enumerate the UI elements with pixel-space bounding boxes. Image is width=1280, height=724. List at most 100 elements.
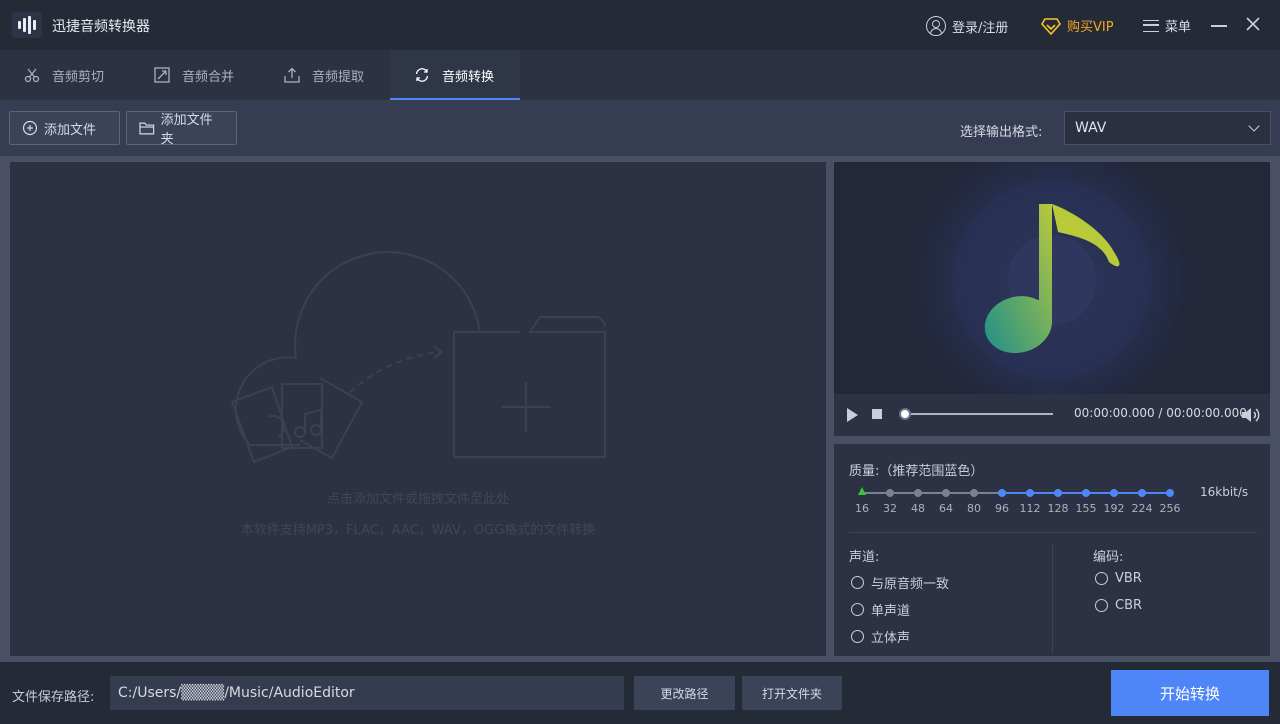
quality-step-dot[interactable] [1026, 489, 1034, 497]
quality-label: 质量:（推荐范围蓝色） [849, 464, 984, 479]
divider [1052, 544, 1053, 654]
quality-step-dot[interactable] [998, 489, 1006, 497]
bottom-bar: 文件保存路径: C:/Users/▒▒▒▒/Music/AudioEditor … [0, 662, 1280, 724]
convert-icon [415, 68, 429, 82]
volume-icon[interactable] [1241, 406, 1261, 424]
divider [849, 532, 1257, 533]
tab-audio-convert[interactable]: 音频转换 [390, 50, 520, 100]
change-path-button[interactable]: 更改路径 [634, 676, 735, 710]
quality-tick-label: 48 [911, 502, 925, 515]
quality-step-dot[interactable] [970, 489, 978, 497]
quality-selected-marker[interactable] [858, 487, 866, 495]
radio-circle [851, 630, 864, 643]
supported-formats-text: 本软件支持MP3，FLAC，AAC，WAV，OGG格式的文件转换 [240, 523, 596, 538]
extract-icon [284, 67, 300, 83]
time-readout: 00:00:00.000 / 00:00:00.000 [1074, 406, 1247, 420]
user-icon [926, 16, 946, 36]
audio-preview [834, 162, 1270, 394]
open-folder-button[interactable]: 打开文件夹 [742, 676, 842, 710]
add-folder-label: 添加文件夹 [160, 113, 213, 147]
radio-label: VBR [1115, 571, 1142, 586]
quality-tick-label: 192 [1103, 502, 1125, 515]
quality-tick-label: 64 [939, 502, 953, 515]
add-file-button[interactable]: 添加文件 [9, 111, 120, 145]
conversion-settings: 质量:（推荐范围蓝色） 16kbit/s 声道: 与原音频一致 单声道 立体声 … [834, 444, 1270, 656]
progress-track[interactable] [904, 413, 1053, 415]
scissors-icon [24, 68, 40, 83]
music-note-icon [912, 162, 1192, 394]
minimize-button[interactable] [1210, 16, 1228, 34]
progress-handle[interactable] [899, 408, 911, 420]
file-drop-zone[interactable]: 点击添加文件或拖拽文件至此处 本软件支持MP3，FLAC，AAC，WAV，OGG… [10, 162, 826, 656]
login-button[interactable]: 登录/注册 [926, 16, 1008, 36]
app-logo-icon [12, 12, 42, 38]
tab-label: 音频合并 [182, 69, 235, 85]
cloud-upload-illustration-icon [230, 251, 606, 464]
tab-audio-cut[interactable]: 音频剪切 [0, 50, 130, 100]
radio-circle [851, 576, 864, 589]
chevron-down-icon [1248, 120, 1260, 132]
quality-tick-label: 32 [883, 502, 897, 515]
menu-icon [1143, 19, 1159, 32]
quality-tick-label: 96 [995, 502, 1009, 515]
add-folder-button[interactable]: 添加文件夹 [126, 111, 237, 147]
encoding-label: 编码: [1093, 550, 1124, 565]
quality-step-dot[interactable] [1138, 489, 1146, 497]
quality-step-dot[interactable] [1054, 489, 1062, 497]
encoding-option-vbr[interactable]: VBR [1095, 571, 1142, 586]
quality-step-dot[interactable] [1166, 489, 1174, 497]
login-label: 登录/注册 [952, 20, 1009, 36]
tab-audio-extract[interactable]: 音频提取 [260, 50, 390, 100]
quality-tick-label: 224 [1131, 502, 1153, 515]
radio-circle [1095, 572, 1108, 585]
save-path-field[interactable]: C:/Users/▒▒▒▒/Music/AudioEditor [110, 676, 624, 710]
play-icon[interactable] [847, 408, 858, 422]
vip-diamond-icon [1041, 17, 1061, 35]
start-convert-button[interactable]: 开始转换 [1111, 670, 1269, 716]
stop-icon[interactable] [872, 409, 882, 419]
app-title: 迅捷音频转换器 [52, 19, 150, 35]
quality-tick-label: 112 [1019, 502, 1041, 515]
quality-track-normal [862, 492, 1002, 494]
channel-option-original[interactable]: 与原音频一致 [851, 573, 949, 592]
quality-tick-label: 80 [967, 502, 981, 515]
tab-bar: 音频剪切 音频合并 音频提取 音频转换 [0, 50, 1280, 100]
quality-step-dot[interactable] [1110, 489, 1118, 497]
format-value: WAV [1075, 120, 1107, 136]
tab-label: 音频剪切 [52, 69, 105, 85]
add-file-label: 添加文件 [44, 122, 97, 138]
close-button[interactable] [1245, 16, 1263, 34]
quality-tick-label: 155 [1075, 502, 1097, 515]
radio-label: CBR [1115, 598, 1143, 613]
save-path-value: C:/Users/▒▒▒▒/Music/AudioEditor [118, 685, 355, 701]
quality-current-value: 16kbit/s [1200, 485, 1249, 499]
output-format-select[interactable]: WAV [1064, 111, 1271, 145]
merge-icon [154, 67, 170, 83]
menu-button[interactable]: 菜单 [1143, 16, 1191, 35]
player-controls: 00:00:00.000 / 00:00:00.000 [834, 394, 1270, 436]
tab-audio-merge[interactable]: 音频合并 [130, 50, 260, 100]
radio-label: 立体声 [871, 631, 911, 646]
format-label: 选择输出格式: [960, 125, 1043, 140]
quality-step-dot[interactable] [942, 489, 950, 497]
buy-vip-button[interactable]: 购买VIP [1041, 16, 1114, 35]
save-path-label: 文件保存路径: [12, 690, 95, 705]
quality-step-dot[interactable] [1082, 489, 1090, 497]
plus-circle-icon [22, 120, 38, 136]
menu-label: 菜单 [1165, 20, 1192, 35]
quality-step-dot[interactable] [886, 489, 894, 497]
quality-step-dot[interactable] [914, 489, 922, 497]
quality-tick-label: 128 [1047, 502, 1069, 515]
radio-label: 单声道 [871, 604, 911, 619]
drop-hint: 点击添加文件或拖拽文件至此处 [326, 492, 509, 507]
encoding-option-cbr[interactable]: CBR [1095, 598, 1142, 613]
radio-label: 与原音频一致 [871, 577, 950, 592]
radio-circle [851, 603, 864, 616]
tab-label: 音频提取 [312, 69, 365, 85]
vip-label: 购买VIP [1067, 20, 1114, 35]
channel-label: 声道: [849, 550, 880, 565]
channel-option-mono[interactable]: 单声道 [851, 600, 910, 619]
close-icon [1246, 17, 1260, 31]
channel-option-stereo[interactable]: 立体声 [851, 627, 910, 646]
tab-label: 音频转换 [442, 69, 495, 85]
